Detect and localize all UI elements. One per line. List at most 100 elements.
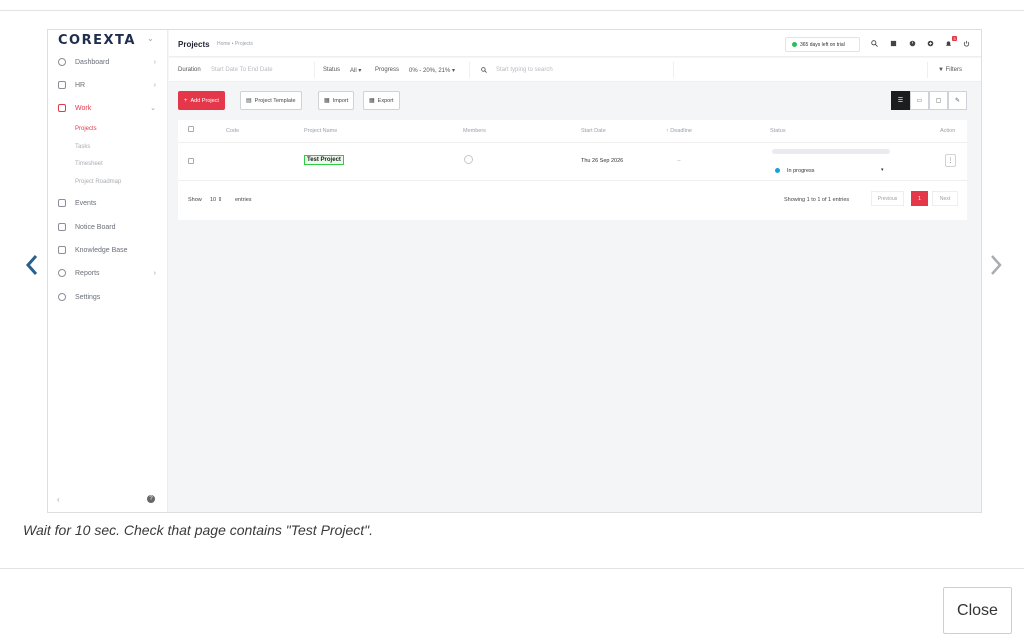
member-avatar[interactable] — [464, 155, 473, 164]
sidebar-item-hr[interactable]: HR › — [48, 77, 168, 93]
next-slide-button[interactable] — [984, 250, 1008, 280]
import-file-icon: ▦ — [324, 98, 330, 104]
column-header-deadline[interactable]: ↑ Deadline — [666, 128, 692, 134]
sidebar-item-knowledge-base[interactable]: Knowledge Base — [48, 242, 168, 258]
dashboard-icon — [58, 58, 66, 66]
sidebar-sub-tasks[interactable]: Tasks — [75, 144, 90, 150]
layers-icon: ▤ — [246, 98, 252, 104]
next-page-button[interactable]: Next — [932, 191, 958, 206]
help-icon[interactable]: ? — [147, 495, 155, 503]
duration-label: Duration — [178, 67, 201, 73]
chevron-left-icon — [25, 255, 38, 275]
page-size-value: 10 — [210, 197, 217, 203]
status-select[interactable]: All ▾ — [350, 67, 361, 74]
project-template-button[interactable]: ▤ Project Template — [240, 91, 302, 110]
pin-icon[interactable]: ✎ — [948, 91, 967, 110]
project-template-label: Project Template — [254, 97, 296, 104]
search-icon — [481, 67, 487, 73]
trial-badge[interactable]: 365 days left on trial — [785, 37, 860, 52]
sidebar-item-label: Settings — [75, 293, 101, 301]
import-button[interactable]: ▦ Import — [318, 91, 355, 110]
sidebar-collapse-icon[interactable]: ⌄ — [147, 34, 154, 43]
column-header-action: Action — [940, 128, 956, 134]
sidebar-item-notice-board[interactable]: Notice Board — [48, 219, 168, 235]
search-icon[interactable] — [871, 40, 878, 47]
start-date-cell: Thu 26 Sep 2026 — [581, 158, 624, 164]
previous-slide-button[interactable] — [20, 250, 44, 280]
screenshot-frame: COREXTA ⌄ Dashboard › HR › Work ⌄ Projec… — [47, 29, 982, 513]
filters-button-label: Filters — [945, 67, 962, 73]
status-indicator-dot — [775, 168, 780, 173]
sidebar: COREXTA ⌄ Dashboard › HR › Work ⌄ Projec… — [48, 30, 168, 512]
column-header-code[interactable]: Code — [226, 128, 239, 134]
filter-divider — [927, 62, 928, 78]
users-icon — [58, 81, 66, 89]
page-size-select[interactable]: 10 ⇕ — [210, 197, 222, 203]
view-toggle-group: ☰ ▭ ▢ ✎ — [891, 91, 967, 110]
power-icon[interactable] — [963, 40, 970, 47]
duration-date-range-input[interactable]: Start Date To End Date — [211, 67, 273, 73]
sidebar-item-label: Reports — [75, 269, 100, 277]
select-all-checkbox[interactable] — [188, 126, 194, 132]
column-header-members[interactable]: Members — [463, 128, 486, 134]
sidebar-item-dashboard[interactable]: Dashboard › — [48, 54, 168, 70]
filter-bar: Duration Start Date To End Date Status A… — [169, 58, 981, 82]
sidebar-sub-timesheet[interactable]: Timesheet — [75, 161, 103, 167]
collapse-sidebar-icon[interactable]: ‹ — [57, 495, 60, 504]
sticky-note-icon[interactable] — [890, 40, 897, 47]
breadcrumb: Home • Projects — [217, 41, 253, 47]
sidebar-item-label: HR — [75, 81, 86, 89]
row-checkbox[interactable] — [188, 158, 194, 164]
sidebar-item-events[interactable]: Events — [48, 195, 168, 211]
column-header-project-name[interactable]: Project Name — [304, 128, 337, 134]
export-label: Export — [377, 97, 394, 104]
sidebar-item-label: Notice Board — [75, 223, 116, 231]
book-icon — [58, 246, 66, 254]
deadline-cell: -- — [677, 158, 681, 164]
trial-text: 365 days left on trial — [800, 41, 845, 48]
progress-select[interactable]: 0% - 20%, 21% ▾ — [409, 67, 455, 74]
calendar-view-icon[interactable]: ▢ — [929, 91, 948, 110]
row-actions-button[interactable]: ⋮ — [945, 154, 956, 167]
notification-badge: 3 — [952, 36, 957, 41]
add-circle-icon[interactable] — [927, 40, 934, 47]
clock-icon[interactable] — [909, 40, 916, 47]
project-progress-bar — [772, 149, 890, 154]
table-view-icon[interactable]: ▭ — [910, 91, 929, 110]
sidebar-item-label: Events — [75, 199, 97, 207]
progress-label: Progress — [375, 67, 400, 73]
filter-divider — [673, 62, 674, 78]
filter-divider — [314, 62, 315, 78]
step-caption: Wait for 10 sec. Check that page contain… — [23, 522, 374, 538]
header-divider — [178, 142, 967, 143]
filters-button[interactable]: ▼ Filters — [938, 67, 962, 73]
status-select-value[interactable]: In progress — [787, 168, 815, 174]
column-header-start-date[interactable]: Start Date — [581, 128, 606, 134]
add-project-button[interactable]: + Add Project — [178, 91, 225, 110]
app-logo: COREXTA — [58, 33, 136, 48]
project-toolbar: + Add Project ▤ Project Template ▦ Impor… — [169, 90, 981, 112]
previous-page-button[interactable]: Previous — [871, 191, 904, 206]
project-search-input[interactable]: Start typing to search — [496, 67, 553, 73]
show-label: Show — [188, 197, 202, 203]
sidebar-item-work[interactable]: Work ⌄ — [48, 100, 168, 116]
column-header-status[interactable]: Status — [770, 128, 786, 134]
chevron-right-icon: › — [153, 58, 156, 66]
sidebar-item-settings[interactable]: Settings — [48, 289, 168, 305]
page-title: Projects — [178, 40, 210, 49]
plus-icon: + — [184, 97, 188, 104]
bell-icon[interactable] — [945, 40, 952, 47]
project-name-link[interactable]: Test Project — [304, 155, 344, 165]
sidebar-item-reports[interactable]: Reports › — [48, 265, 168, 281]
list-view-icon[interactable]: ☰ — [891, 91, 910, 110]
sidebar-sub-projects[interactable]: Projects — [75, 126, 97, 132]
export-button[interactable]: ▦ Export — [363, 91, 400, 110]
close-button[interactable]: Close — [943, 587, 1012, 634]
page-1-button[interactable]: 1 — [911, 191, 928, 206]
chart-icon — [58, 269, 66, 277]
calendar-icon — [58, 199, 66, 207]
status-caret-icon[interactable]: ▾ — [881, 167, 884, 173]
briefcase-icon — [58, 104, 66, 112]
sidebar-item-label: Dashboard — [75, 58, 110, 66]
sidebar-sub-project-roadmap[interactable]: Project Roadmap — [75, 179, 121, 185]
